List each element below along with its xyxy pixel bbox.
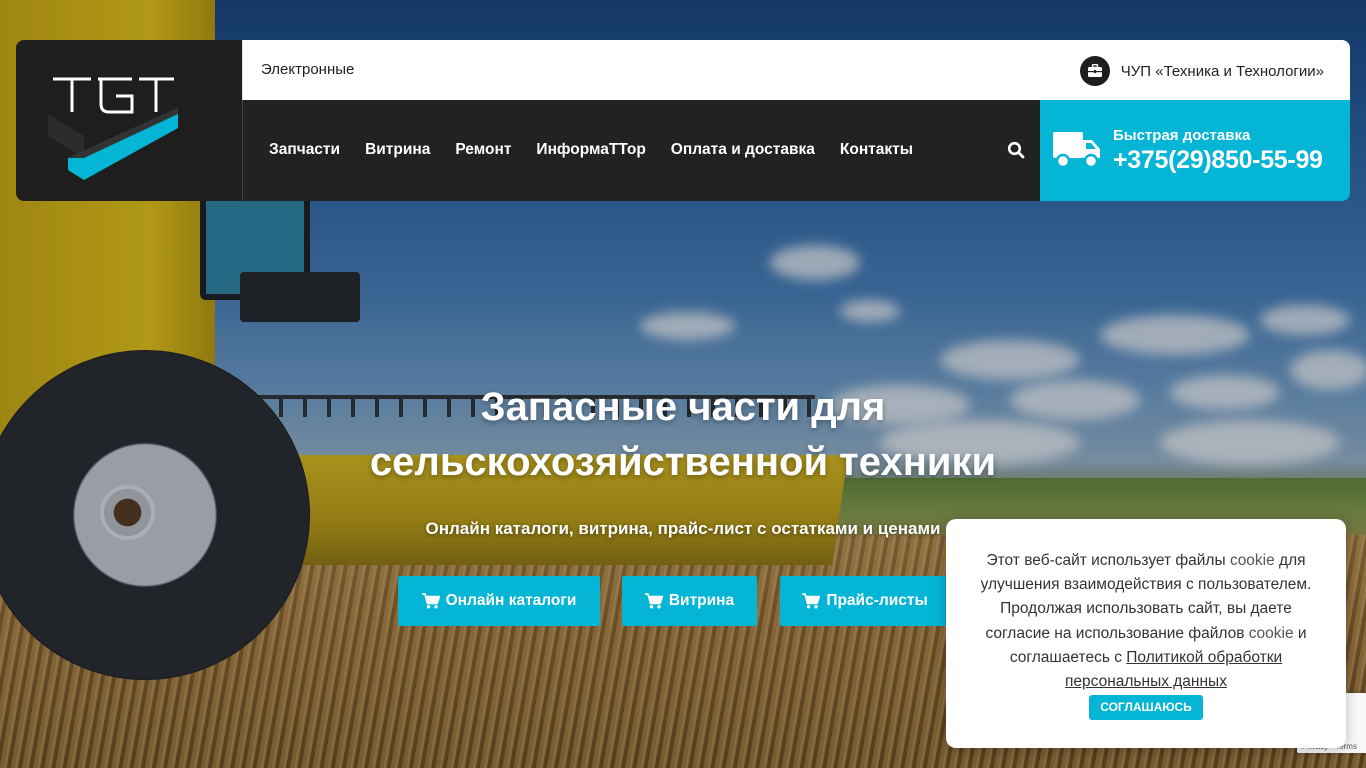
- nav-item-payment-delivery[interactable]: Оплата и доставка: [671, 141, 815, 159]
- company-info: ЧУП «Техника и Технологии»: [1079, 56, 1324, 86]
- company-name: ЧУП «Техника и Технологии»: [1120, 62, 1324, 80]
- hero-title-line-2: сельскохозяйственной техники: [369, 440, 997, 484]
- cookie-accept-button[interactable]: СОГЛАШАЮСЬ: [1089, 695, 1203, 721]
- showcase-button[interactable]: Витрина: [622, 576, 757, 626]
- cookie-text: Этот веб-сайт использует файлы cookie дл…: [980, 552, 1312, 691]
- delivery-phone[interactable]: +375(29)850-55-99: [1113, 146, 1323, 175]
- logo[interactable]: [16, 40, 242, 201]
- nav-item-informattor[interactable]: ИнформаТТор: [536, 141, 645, 159]
- hero-title: Запасные части для сельскохозяйственной …: [0, 380, 1366, 490]
- nav-item-parts[interactable]: Запчасти: [269, 141, 340, 159]
- online-catalogs-button[interactable]: Онлайн каталоги: [398, 576, 600, 626]
- showcase-label: Витрина: [668, 592, 735, 609]
- hero-title-line-1: Запасные части для: [480, 385, 886, 429]
- price-lists-label: Прайс-листы: [826, 592, 928, 609]
- top-bar: Электронные ЧУП «Техника и Технологии»: [242, 40, 1350, 100]
- site-header: Электронные ЧУП «Техника и Технологии» З…: [16, 40, 1350, 201]
- truck-icon: [1052, 130, 1102, 175]
- nav-item-repair[interactable]: Ремонт: [455, 141, 511, 159]
- nav-item-contacts[interactable]: Контакты: [840, 141, 913, 159]
- briefcase-icon: [1079, 56, 1110, 86]
- delivery-block[interactable]: Быстрая доставка +375(29)850-55-99: [1040, 100, 1350, 201]
- delivery-label: Быстрая доставка: [1113, 127, 1251, 144]
- search-icon[interactable]: [1007, 141, 1027, 161]
- cart-icon: [421, 593, 440, 609]
- topbar-text: Электронные: [261, 61, 355, 78]
- price-lists-button[interactable]: Прайс-листы: [780, 576, 950, 626]
- nav-item-showcase[interactable]: Витрина: [365, 141, 430, 159]
- online-catalogs-label: Онлайн каталоги: [445, 592, 577, 609]
- cart-icon: [644, 593, 663, 609]
- cart-icon: [802, 593, 821, 609]
- cookie-consent-popup: Этот веб-сайт использует файлы cookie дл…: [946, 519, 1346, 748]
- main-nav: Запчасти Витрина Ремонт ИнформаТТор Опла…: [242, 100, 1350, 201]
- logo-icon: [48, 77, 178, 180]
